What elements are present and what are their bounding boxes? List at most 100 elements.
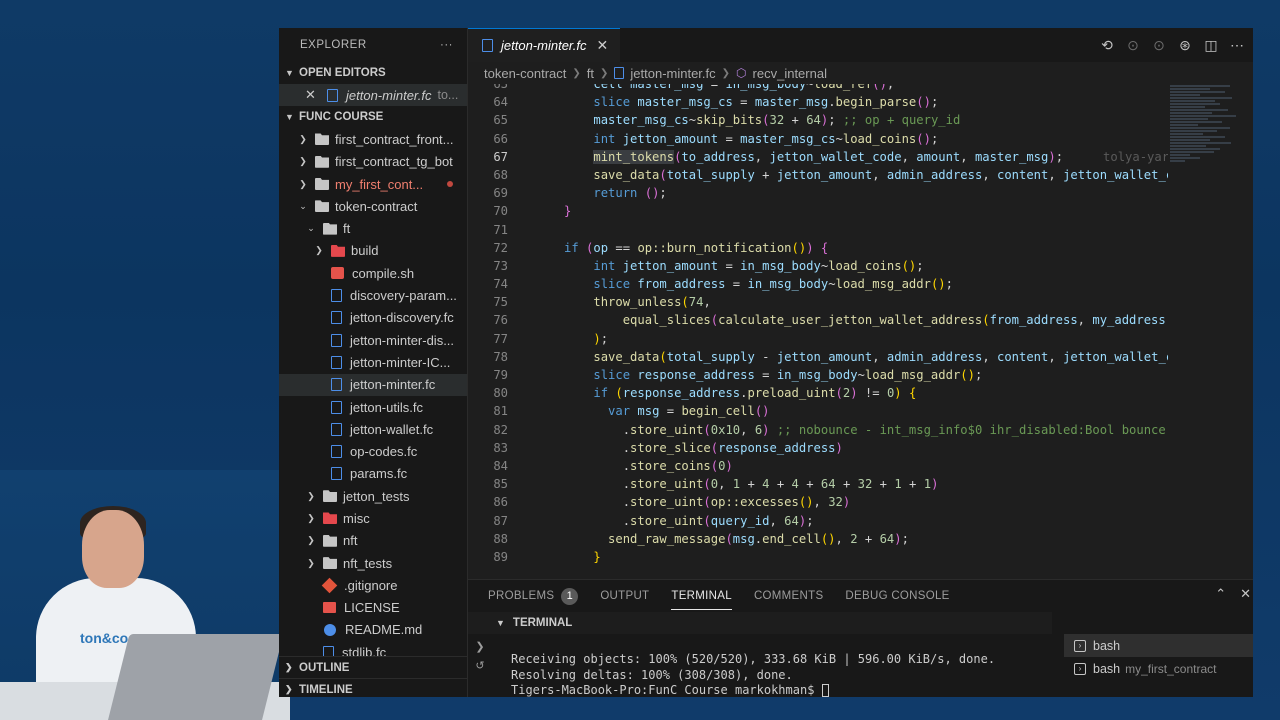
code-line: 66 int jetton_amount = master_msg_cs~loa… [468,130,1168,148]
tree-item-nft[interactable]: ❯ nft [279,530,467,552]
workspace-label: FUNC COURSE [299,111,384,124]
timeline-section[interactable]: ❯ TIMELINE [279,678,467,697]
chevron-right-icon: ❯ [721,67,731,79]
terminal-line: Receiving objects: 100% (520/520), 333.6… [511,652,996,666]
more-actions-icon[interactable]: ··· [440,39,453,51]
previous-change-icon[interactable]: ⊙ [1125,37,1141,54]
tree-item-jetton-wallet[interactable]: jetton-wallet.fc [279,418,467,440]
tree-item-discovery-params[interactable]: discovery-param... [279,284,467,306]
breadcrumb-item[interactable]: token-contract [484,66,566,81]
chevron-down-icon: ⌄ [307,223,315,234]
chevron-right-icon: ❯ [600,67,609,79]
line-number: 83 [493,440,508,455]
terminal-instance[interactable]: › bash my_first_contract [1064,657,1253,680]
tree-item-label: jetton-wallet.fc [350,421,434,437]
terminal-header[interactable]: ▼ TERMINAL [468,612,1052,634]
terminal-list: › bash › bash my_first_contract [1064,634,1253,697]
line-number: 68 [493,167,508,182]
file-icon [331,467,342,481]
info-icon [324,623,336,636]
open-editors-label: OPEN EDITORS [299,67,386,79]
tree-item-params[interactable]: params.fc [279,463,467,485]
tree-item-build[interactable]: ❯ build [279,240,467,262]
line-number: 79 [493,368,508,382]
tree-item-ft[interactable]: ⌄ ft [279,217,467,239]
tree-item-label: jetton-minter.fc [350,377,436,393]
tab-comments[interactable]: COMMENTS [746,580,837,612]
file-icon [331,355,342,369]
tab-debug-console[interactable]: DEBUG CONSOLE [837,580,963,612]
more-actions-icon[interactable]: ⋯ [1229,37,1245,54]
vscode-window: EXPLORER ··· ▼ OPEN EDITORS ✕ jetton-min… [279,28,1253,697]
line-number: 65 [493,113,508,128]
tree-item-jetton-tests[interactable]: ❯ jetton_tests [279,485,467,507]
chevron-right-icon: ❯ [299,133,307,144]
tree-item-first-contract-tg-bot[interactable]: ❯ first_contract_tg_bot [279,151,467,173]
tree-item-misc[interactable]: ❯ misc [279,507,467,529]
breadcrumb-item[interactable]: jetton-minter.fc [630,66,715,81]
maximize-panel-icon[interactable]: ⌃ [1215,586,1226,602]
breadcrumb-item[interactable]: recv_internal [753,66,827,81]
tree-item-jetton-utils[interactable]: jetton-utils.fc [279,396,467,418]
close-panel-icon[interactable]: ✕ [1240,586,1251,602]
git-compare-icon[interactable]: ⊛ [1177,37,1193,54]
tree-item-gitignore[interactable]: .gitignore [279,574,467,596]
chevron-right-icon: ❯ [315,245,323,256]
code-line: 78 save_data(total_supply - jetton_amoun… [468,348,1168,366]
chevron-right-icon: ❯ [285,662,293,672]
code-line: 68 save_data(total_supply + jetton_amoun… [468,166,1168,184]
tree-item-label: op-codes.fc [350,444,418,460]
open-editor-item[interactable]: ✕ jetton-minter.fc to... [279,84,467,107]
terminal-instance[interactable]: › bash [1064,634,1253,657]
outline-section[interactable]: ❯ OUTLINE [279,656,467,678]
tab-label: COMMENTS [753,590,824,602]
file-icon [327,88,338,102]
tree-item-license[interactable]: LICENSE [279,597,467,619]
tree-item-op-codes[interactable]: op-codes.fc [279,440,467,462]
terminal-output[interactable]: Receiving objects: 100% (520/520), 333.6… [468,634,1052,697]
code-line: 74 slice from_address = in_msg_body~load… [468,275,1168,293]
tree-item-readme[interactable]: README.md [279,619,467,641]
line-number: 87 [493,513,508,528]
terminal-line: Resolving deltas: 100% (308/308), done. [511,667,793,682]
code-editor[interactable]: 63 cell master_msg = in_msg_body~load_re… [468,84,1168,578]
tree-item-first-contract-front[interactable]: ❯ first_contract_front... [279,128,467,150]
open-changes-icon[interactable]: ⟲ [1099,37,1115,54]
chevron-right-icon: ❯ [307,490,315,501]
chevron-down-icon: ▼ [285,68,294,78]
code-line: 80 if (response_address.preload_uint(2) … [468,384,1168,402]
workspace-section[interactable]: ▼ FUNC COURSE [279,106,467,128]
panel-tabs: PROBLEMS 1 OUTPUT TERMINAL COMMENTS DEBU… [468,580,1253,612]
close-tab-icon[interactable]: ✕ [597,37,609,54]
chevron-right-icon: ❯ [572,67,581,79]
breadcrumb-item[interactable]: ft [587,66,594,81]
line-number: 69 [493,186,508,201]
tree-item-nft-tests[interactable]: ❯ nft_tests [279,552,467,574]
tree-item-jetton-minter[interactable]: jetton-minter.fc [279,373,467,396]
tree-item-jetton-minter-dis[interactable]: jetton-minter-dis... [279,329,467,351]
tree-item-token-contract[interactable]: ⌄ token-contract [279,195,467,217]
explorer-title: EXPLORER [300,39,367,51]
tree-item-my-first-contract[interactable]: ❯ my_first_cont... [279,173,467,195]
tree-item-label: misc [343,510,370,526]
open-editors-section[interactable]: ▼ OPEN EDITORS [279,62,467,84]
code-line: 83 .store_slice(response_address) [468,439,1168,457]
code-line: 82 .store_uint(0x10, 6) ;; nobounce - in… [468,421,1168,439]
tab-problems[interactable]: PROBLEMS 1 [480,580,592,612]
tab-output[interactable]: OUTPUT [592,580,663,612]
tab-label: jetton-minter.fc [501,38,587,53]
next-change-icon[interactable]: ⊙ [1151,37,1167,54]
tab-terminal[interactable]: TERMINAL [663,580,746,612]
tab-jetton-minter[interactable]: jetton-minter.fc ✕ [468,28,621,62]
tree-item-compile-sh[interactable]: compile.sh [279,262,467,284]
tree-item-jetton-minter-ic[interactable]: jetton-minter-IC... [279,351,467,373]
minimap[interactable] [1170,84,1248,578]
tree-item-jetton-discovery[interactable]: jetton-discovery.fc [279,307,467,329]
open-editor-path: to... [437,88,459,103]
file-icon [482,39,493,52]
split-editor-icon[interactable]: ◫ [1203,37,1219,54]
close-icon[interactable]: ✕ [305,87,319,103]
file-icon [614,67,625,79]
tree-item-label: .gitignore [344,577,398,593]
tree-item-label: compile.sh [352,265,415,281]
